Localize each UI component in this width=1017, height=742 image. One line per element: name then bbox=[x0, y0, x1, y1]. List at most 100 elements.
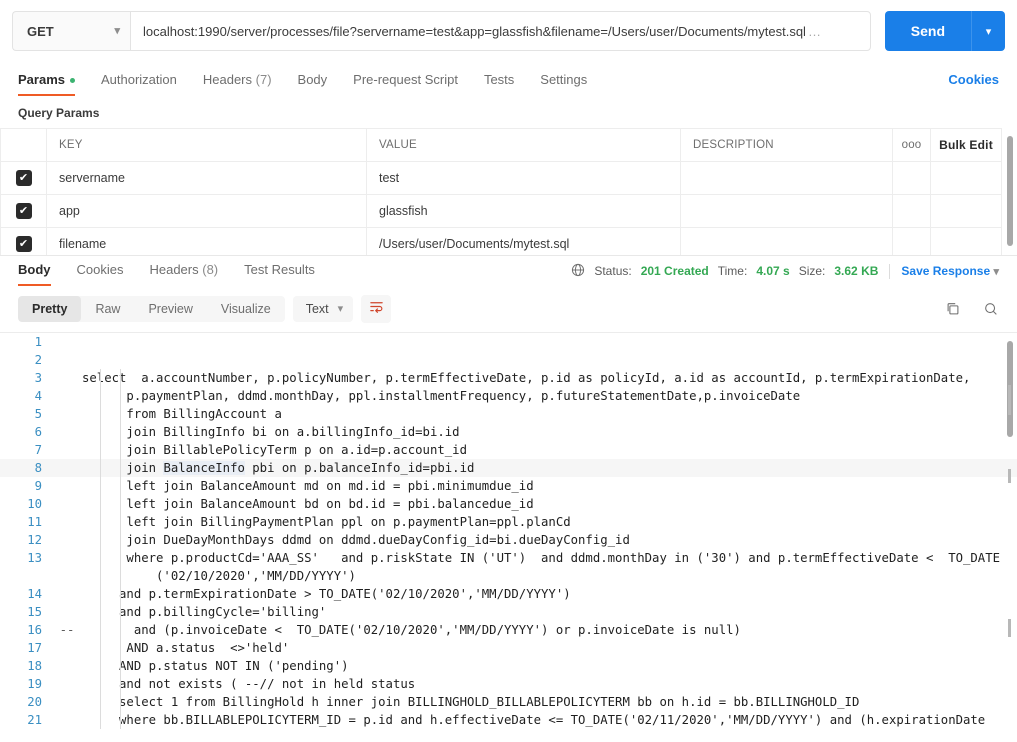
tab-body[interactable]: Body bbox=[298, 72, 328, 96]
copy-icon[interactable] bbox=[945, 301, 961, 317]
word-wrap-button[interactable] bbox=[361, 295, 392, 323]
code-line: 9 left join BalanceAmount md on md.id = … bbox=[0, 477, 1017, 495]
view-mode-visualize[interactable]: Visualize bbox=[207, 296, 285, 322]
url-input[interactable]: localhost:1990/server/processes/file?ser… bbox=[130, 11, 871, 51]
fold-marker: -- bbox=[59, 623, 75, 637]
code-line: 7 join BillablePolicyTerm p on a.id=p.ac… bbox=[0, 441, 1017, 459]
tab-response-cookies[interactable]: Cookies bbox=[77, 262, 124, 286]
code-text: and not exists ( --// not in held status bbox=[82, 677, 416, 691]
send-options-caret-icon[interactable]: ▾ bbox=[971, 11, 1005, 51]
line-number: 21 bbox=[27, 713, 42, 727]
save-response-label: Save Response bbox=[901, 264, 991, 278]
tab-params-label: Params bbox=[18, 72, 65, 87]
cookies-link[interactable]: Cookies bbox=[948, 72, 999, 96]
code-line: 5 from BillingAccount a bbox=[0, 405, 1017, 423]
status-value: 201 Created bbox=[640, 264, 709, 278]
params-vertical-scrollbar[interactable] bbox=[1007, 136, 1013, 246]
url-truncation-ellipsis: … bbox=[807, 23, 821, 39]
param-key[interactable]: servername bbox=[46, 161, 367, 195]
line-number: 17 bbox=[27, 641, 42, 655]
code-line: 20 select 1 from BillingHold h inner joi… bbox=[0, 693, 1017, 711]
row-spacer bbox=[892, 227, 931, 255]
row-checkbox-cell: ✔ bbox=[0, 227, 47, 255]
code-scroll-marker-top bbox=[1008, 385, 1011, 415]
response-code-viewer[interactable]: 1 2 3 select a.accountNumber, p.policyNumbe… bbox=[0, 332, 1017, 737]
code-text: join BillablePolicyTerm p on a.id=p.acco… bbox=[82, 443, 467, 457]
row-spacer-2 bbox=[930, 194, 1002, 228]
code-line: 2 bbox=[0, 351, 1017, 369]
line-number: 20 bbox=[27, 695, 42, 709]
row-checkbox[interactable]: ✔ bbox=[15, 236, 32, 252]
code-line: 12 join DueDayMonthDays ddmd on ddmd.due… bbox=[0, 531, 1017, 549]
tab-response-headers[interactable]: Headers (8) bbox=[149, 262, 218, 286]
table-row: ✔ app glassfish bbox=[0, 194, 1002, 228]
row-spacer-2 bbox=[930, 227, 1002, 255]
code-text: select a.accountNumber, p.policyNumber, … bbox=[82, 371, 971, 385]
http-method-select[interactable]: GET ▾ bbox=[12, 11, 130, 51]
code-line: 15 and p.billingCycle='billing' bbox=[0, 603, 1017, 621]
view-mode-preview[interactable]: Preview bbox=[134, 296, 206, 322]
status-label: Status: bbox=[594, 264, 632, 278]
save-response-button[interactable]: Save Response ▾ bbox=[901, 264, 999, 278]
tab-headers-label: Headers bbox=[202, 72, 253, 87]
line-number: 19 bbox=[27, 677, 42, 691]
code-text: left join BalanceAmount md on md.id = pb… bbox=[82, 479, 534, 493]
tab-headers[interactable]: Headers (7) bbox=[203, 72, 272, 96]
code-text: select 1 from BillingHold h inner join B… bbox=[82, 695, 860, 709]
code-line: 19 and not exists ( --// not in held sta… bbox=[0, 675, 1017, 693]
tab-params[interactable]: Params bbox=[18, 72, 75, 96]
send-button-group: Send ▾ bbox=[884, 11, 1005, 51]
row-checkbox-cell: ✔ bbox=[0, 194, 47, 228]
param-key[interactable]: filename bbox=[46, 227, 367, 255]
code-line: 14 and p.termExpirationDate > TO_DATE('0… bbox=[0, 585, 1017, 603]
chevron-down-icon: ▾ bbox=[114, 24, 120, 37]
table-header-row: KEY VALUE DESCRIPTION ooo Bulk Edit bbox=[0, 128, 1002, 162]
code-text: and (p.invoiceDate < TO_DATE('02/10/2020… bbox=[82, 623, 741, 637]
param-value[interactable]: test bbox=[366, 161, 681, 195]
param-key[interactable]: app bbox=[46, 194, 367, 228]
size-value: 3.62 KB bbox=[834, 264, 879, 278]
indent-guide-0 bbox=[100, 369, 101, 729]
bulk-edit-button[interactable]: Bulk Edit bbox=[930, 128, 1002, 162]
url-text: localhost:1990/server/processes/file?ser… bbox=[143, 23, 806, 39]
meta-divider bbox=[889, 263, 891, 279]
tab-tests[interactable]: Tests bbox=[484, 72, 514, 96]
column-header-description: DESCRIPTION bbox=[680, 128, 893, 162]
code-line: 8 join BalanceInfo pbi on p.balanceInfo_… bbox=[0, 459, 1017, 477]
row-checkbox[interactable]: ✔ bbox=[15, 170, 32, 186]
line-number: 12 bbox=[27, 533, 42, 547]
query-params-title: Query Params bbox=[18, 106, 100, 120]
size-label: Size: bbox=[798, 264, 826, 278]
view-mode-raw[interactable]: Raw bbox=[81, 296, 134, 322]
line-number: 3 bbox=[34, 371, 42, 385]
code-text: and p.termExpirationDate > TO_DATE('02/1… bbox=[82, 587, 571, 601]
code-line: 21 where bb.BILLABLEPOLICYTERM_ID = p.id… bbox=[0, 711, 1017, 729]
code-lines-container: 1 2 3 select a.accountNumber, p.policyNumbe… bbox=[0, 333, 1017, 729]
line-number: 5 bbox=[34, 407, 42, 421]
row-checkbox-cell: ✔ bbox=[0, 161, 47, 195]
column-header-value: VALUE bbox=[366, 128, 681, 162]
param-value[interactable]: glassfish bbox=[366, 194, 681, 228]
param-value[interactable]: /Users/user/Documents/mytest.sql bbox=[366, 227, 681, 255]
code-text: left join BillingPaymentPlan ppl on p.pa… bbox=[82, 515, 571, 529]
tab-response-body[interactable]: Body bbox=[18, 262, 51, 286]
tab-authorization[interactable]: Authorization bbox=[101, 72, 177, 96]
param-description[interactable] bbox=[680, 194, 893, 228]
tab-test-results[interactable]: Test Results bbox=[244, 262, 315, 286]
tab-pre-request-script[interactable]: Pre-request Script bbox=[353, 72, 458, 96]
format-select[interactable]: Text ▾ bbox=[292, 296, 354, 322]
search-icon[interactable] bbox=[983, 301, 999, 317]
send-button[interactable]: Send bbox=[884, 11, 971, 51]
code-line: 4 p.paymentPlan, ddmd.monthDay, ppl.inst… bbox=[0, 387, 1017, 405]
column-options-icon[interactable]: ooo bbox=[892, 128, 931, 162]
view-mode-pretty[interactable]: Pretty bbox=[18, 296, 82, 322]
query-params-region: KEY VALUE DESCRIPTION ooo Bulk Edit ✔ se… bbox=[0, 128, 1017, 256]
param-description[interactable] bbox=[680, 227, 893, 255]
param-description[interactable] bbox=[680, 161, 893, 195]
row-checkbox[interactable]: ✔ bbox=[15, 203, 32, 219]
tab-settings[interactable]: Settings bbox=[540, 72, 587, 96]
line-number: 1 bbox=[34, 335, 42, 349]
response-viewer-toolbar: Pretty Raw Preview Visualize Text ▾ bbox=[0, 286, 1017, 332]
column-header-key: KEY bbox=[46, 128, 367, 162]
line-number: 10 bbox=[27, 497, 42, 511]
